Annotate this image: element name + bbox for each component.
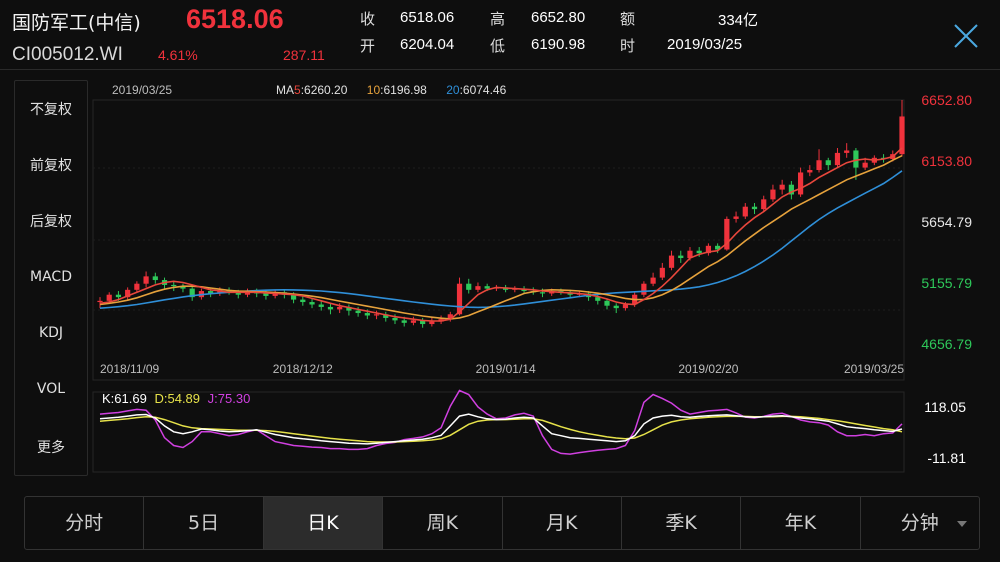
kdj-tick-label: -11.81 (927, 450, 966, 466)
candle (171, 281, 177, 292)
date-tick-label: 2019/03/25 (844, 362, 904, 376)
tab-daily-k[interactable]: 日K (263, 497, 384, 549)
candle (152, 272, 158, 284)
date-tick-label: 2018/11/09 (100, 362, 159, 376)
tab-quarterly-k[interactable]: 季K (622, 497, 742, 549)
kdj-axis-labels: 118.05 -11.81 (924, 399, 966, 466)
chevron-down-icon (957, 521, 967, 527)
candle (383, 311, 389, 322)
price-axis-labels: 6652.80 6153.80 5654.79 5155.79 4656.79 (921, 92, 972, 352)
tab-minute[interactable]: 分钟 (861, 497, 979, 549)
d-line (99, 415, 903, 443)
candle (705, 243, 712, 256)
candle (751, 203, 758, 215)
ma-legend: MA5:6260.20 10:6196.98 20:6074.46 (276, 83, 507, 97)
candle (189, 286, 195, 301)
candle (742, 203, 748, 219)
candle (438, 315, 444, 325)
candle (466, 278, 472, 294)
candle (429, 317, 435, 327)
candle (659, 262, 665, 281)
candle (318, 300, 324, 311)
tab-5day[interactable]: 5日 (144, 497, 264, 549)
candle (346, 304, 352, 316)
tab-intraday[interactable]: 分时 (25, 497, 145, 549)
candle (613, 303, 619, 314)
date-tick-label: 2019/02/20 (678, 362, 738, 376)
price-tick-label: 6652.80 (921, 92, 972, 108)
period-tabs: 分时 5日 日K 周K 月K 季K 年K 分钟 (24, 496, 980, 550)
date-axis-labels: 2018/11/09 2018/12/12 2019/01/14 2019/02/20… (100, 362, 904, 376)
candle (134, 281, 140, 293)
candle (668, 250, 675, 271)
date-tick-label: 2019/01/14 (476, 362, 536, 376)
candle (327, 303, 334, 315)
candle (797, 167, 804, 197)
candle (825, 157, 831, 171)
candle (779, 179, 785, 195)
candle (788, 181, 794, 200)
candle (180, 283, 186, 293)
candle (733, 211, 739, 223)
candle (807, 165, 813, 177)
candle (143, 271, 149, 288)
tab-monthly-k[interactable]: 月K (503, 497, 622, 549)
price-tick-label: 5155.79 (921, 275, 972, 291)
candle (125, 287, 131, 300)
candle (650, 272, 656, 287)
candle (410, 316, 417, 326)
tab-minute-label: 分钟 (900, 512, 939, 534)
price-tick-label: 4656.79 (921, 336, 972, 352)
tab-weekly-k[interactable]: 周K (383, 497, 503, 549)
candle (678, 250, 684, 263)
candle (834, 148, 841, 168)
chart-area: 2019/03/25 MA5:6260.20 10:6196.98 20:607… (92, 83, 972, 473)
candle (300, 295, 306, 306)
kline-top-date: 2019/03/25 (112, 83, 172, 97)
kdj-tick-label: 118.05 (924, 399, 966, 415)
candle (309, 298, 315, 309)
date-tick-label: 2018/12/12 (273, 362, 333, 376)
tab-yearly-k[interactable]: 年K (741, 497, 861, 549)
candle (816, 149, 822, 173)
candle (770, 184, 776, 202)
kdj-legend: K:61.69 D:54.89 J:75.30 (102, 391, 250, 406)
candle (641, 281, 647, 298)
candle (844, 143, 850, 158)
price-tick-label: 5654.79 (921, 214, 972, 230)
price-tick-label: 6153.80 (921, 153, 972, 169)
candle (475, 282, 481, 293)
